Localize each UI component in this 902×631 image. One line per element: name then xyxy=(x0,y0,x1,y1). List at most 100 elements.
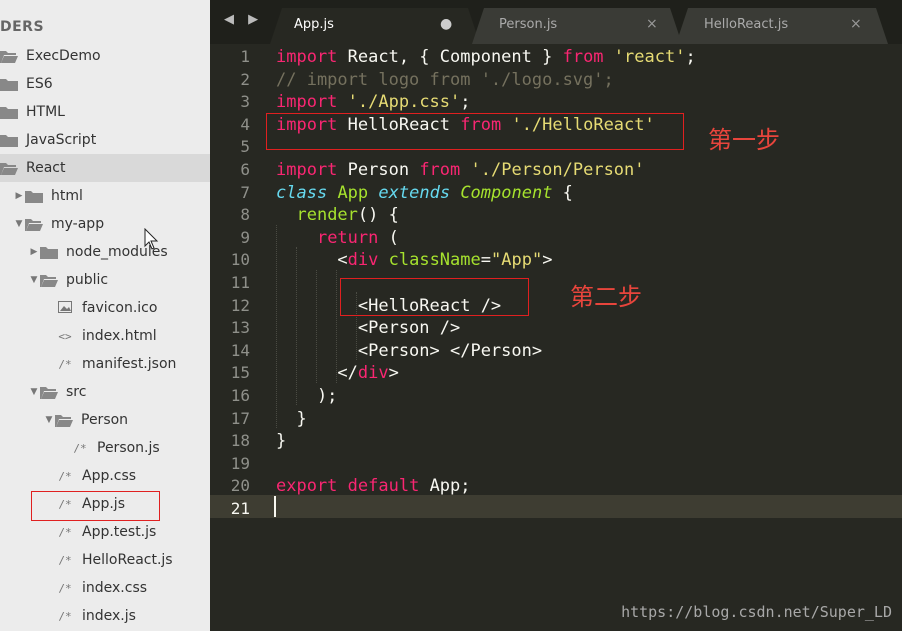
script-file-icon: /* xyxy=(58,609,72,623)
tab-label: HelloReact.js xyxy=(704,17,789,32)
folder-icon xyxy=(0,78,18,91)
folder-open-icon xyxy=(40,386,58,399)
line-number: 20 xyxy=(230,476,250,496)
line-number: 5 xyxy=(240,137,250,157)
sidebar-item-label: Person xyxy=(81,412,129,428)
sidebar-item-es6[interactable]: ES6 xyxy=(0,70,210,98)
code-line-13: <Person /> xyxy=(276,318,461,339)
sidebar-item-label: JavaScript xyxy=(26,132,97,148)
close-icon[interactable]: × xyxy=(850,16,862,32)
sidebar-item-index-js[interactable]: /* index.js xyxy=(0,602,210,630)
folder-open-icon xyxy=(0,50,18,63)
sidebar-item-manifest-json[interactable]: /* manifest.json xyxy=(0,350,210,378)
folder-icon xyxy=(25,190,43,203)
sidebar-item-execdemo[interactable]: ExecDemo xyxy=(0,42,210,70)
tab-nav-arrows[interactable]: ◀ ▶ xyxy=(224,12,263,27)
tab-label: App.js xyxy=(294,17,334,32)
disclosure-open-icon[interactable]: ▼ xyxy=(28,275,40,285)
sidebar-item-index-css[interactable]: /* index.css xyxy=(0,574,210,602)
code-line-7: class App extends Component { xyxy=(276,182,573,203)
sidebar-item-favicon-ico[interactable]: favicon.ico xyxy=(0,294,210,322)
disclosure-open-icon[interactable]: ▼ xyxy=(13,219,25,229)
sidebar-item-javascript[interactable]: JavaScript xyxy=(0,126,210,154)
code-line-14: <Person> </Person> xyxy=(276,340,543,361)
line-number: 19 xyxy=(230,453,250,473)
folder-icon xyxy=(40,246,58,259)
text-cursor xyxy=(274,496,276,517)
sidebar-item-person-js[interactable]: /* Person.js xyxy=(0,434,210,462)
sidebar-item-node-modules[interactable]: ▶ node_modules xyxy=(0,238,210,266)
active-line-highlight xyxy=(210,495,902,518)
image-file-icon xyxy=(55,300,75,316)
sidebar-item-label: favicon.ico xyxy=(82,300,158,316)
sidebar-item-app-js[interactable]: /* App.js xyxy=(0,490,210,518)
step-two-label: 第二步 xyxy=(570,283,642,311)
close-icon[interactable]: × xyxy=(646,16,658,32)
sidebar-item-label: HTML xyxy=(26,104,65,120)
code-line-18: } xyxy=(276,431,287,452)
line-number: 11 xyxy=(230,273,250,292)
code-line-9: return ( xyxy=(316,227,399,248)
script-file-icon: /* xyxy=(58,553,72,567)
sidebar-item-html[interactable]: ▶ html xyxy=(0,182,210,210)
watermark: https://blog.csdn.net/Super_LD xyxy=(621,603,892,621)
folder-icon xyxy=(0,134,18,147)
line-number: 12 xyxy=(230,295,250,315)
tab-app-js[interactable]: App.js ● xyxy=(270,8,480,44)
sidebar-item-label: index.html xyxy=(82,328,157,344)
disclosure-open-icon[interactable]: ▼ xyxy=(43,415,55,425)
tab-helloreact-js[interactable]: HelloReact.js × xyxy=(676,8,888,44)
line-number: 13 xyxy=(230,318,250,338)
step-one-label: 第一步 xyxy=(708,126,780,154)
sidebar: DERS ExecDemo ES6 HTML JavaScript React ▶ html… xyxy=(0,0,210,631)
code-line-20: export default App; xyxy=(276,476,471,497)
sidebar-header: DERS xyxy=(0,19,45,35)
sidebar-item-helloreact-js[interactable]: /* HelloReact.js xyxy=(0,546,210,574)
script-file-icon: /* xyxy=(73,441,87,455)
script-file-icon: /* xyxy=(58,469,72,483)
code-line-1: import React, { Component } from 'react'… xyxy=(276,47,696,67)
code-line-3: import './App.css'; xyxy=(276,92,471,113)
disclosure-closed-icon[interactable]: ▶ xyxy=(28,247,40,257)
line-number: 17 xyxy=(230,408,250,428)
folder-icon xyxy=(0,106,18,119)
sidebar-item-label: src xyxy=(66,384,87,400)
sidebar-item-label: manifest.json xyxy=(82,356,177,372)
tab-person-js[interactable]: Person.js × xyxy=(472,8,682,44)
code-line-12: <HelloReact /> xyxy=(276,295,502,316)
code-editor[interactable]: 1 2 3 4 5 6 7 8 9 10 11 12 13 14 15 16 17 18 19 20 21 import… xyxy=(210,44,902,631)
sidebar-item-label: App.css xyxy=(82,468,137,484)
code-file-icon: <> xyxy=(58,329,72,343)
line-number: 3 xyxy=(240,92,250,112)
script-file-icon: /* xyxy=(58,497,72,511)
sidebar-item-public[interactable]: ▼ public xyxy=(0,266,210,294)
line-number: 21 xyxy=(230,499,250,518)
code-line-6: import Person from './Person/Person' xyxy=(276,160,645,180)
line-number: 14 xyxy=(230,340,250,360)
sidebar-item-person[interactable]: ▼ Person xyxy=(0,406,210,434)
sidebar-item-my-app[interactable]: ▼ my-app xyxy=(0,210,210,238)
sidebar-item-src[interactable]: ▼ src xyxy=(0,378,210,406)
unsaved-dot-icon[interactable]: ● xyxy=(440,16,452,32)
disclosure-closed-icon[interactable]: ▶ xyxy=(13,191,25,201)
sidebar-item-index-html[interactable]: <> index.html xyxy=(0,322,210,350)
line-number: 2 xyxy=(240,69,250,89)
sidebar-item-label: my-app xyxy=(51,216,105,232)
sidebar-item-html[interactable]: HTML xyxy=(0,98,210,126)
line-number: 15 xyxy=(230,363,250,383)
code-line-2: // import logo from './logo.svg'; xyxy=(276,69,614,90)
sidebar-item-label: public xyxy=(66,272,109,288)
sidebar-item-app-css[interactable]: /* App.css xyxy=(0,462,210,490)
disclosure-open-icon[interactable]: ▼ xyxy=(28,387,40,397)
line-number: 4 xyxy=(240,114,250,134)
code-line-8: render() { xyxy=(296,205,399,226)
line-number: 9 xyxy=(240,227,250,247)
tab-bar: ◀ ▶ App.js ● Person.js × HelloReact.js × xyxy=(210,0,902,44)
folder-open-icon xyxy=(55,414,73,427)
sidebar-item-react[interactable]: React xyxy=(0,154,210,182)
sidebar-item-app-test-js[interactable]: /* App.test.js xyxy=(0,518,210,546)
line-number: 16 xyxy=(230,386,250,405)
mouse-cursor-icon xyxy=(144,228,159,250)
sidebar-item-label: App.test.js xyxy=(82,524,157,540)
code-line-15: </div> xyxy=(276,363,399,384)
